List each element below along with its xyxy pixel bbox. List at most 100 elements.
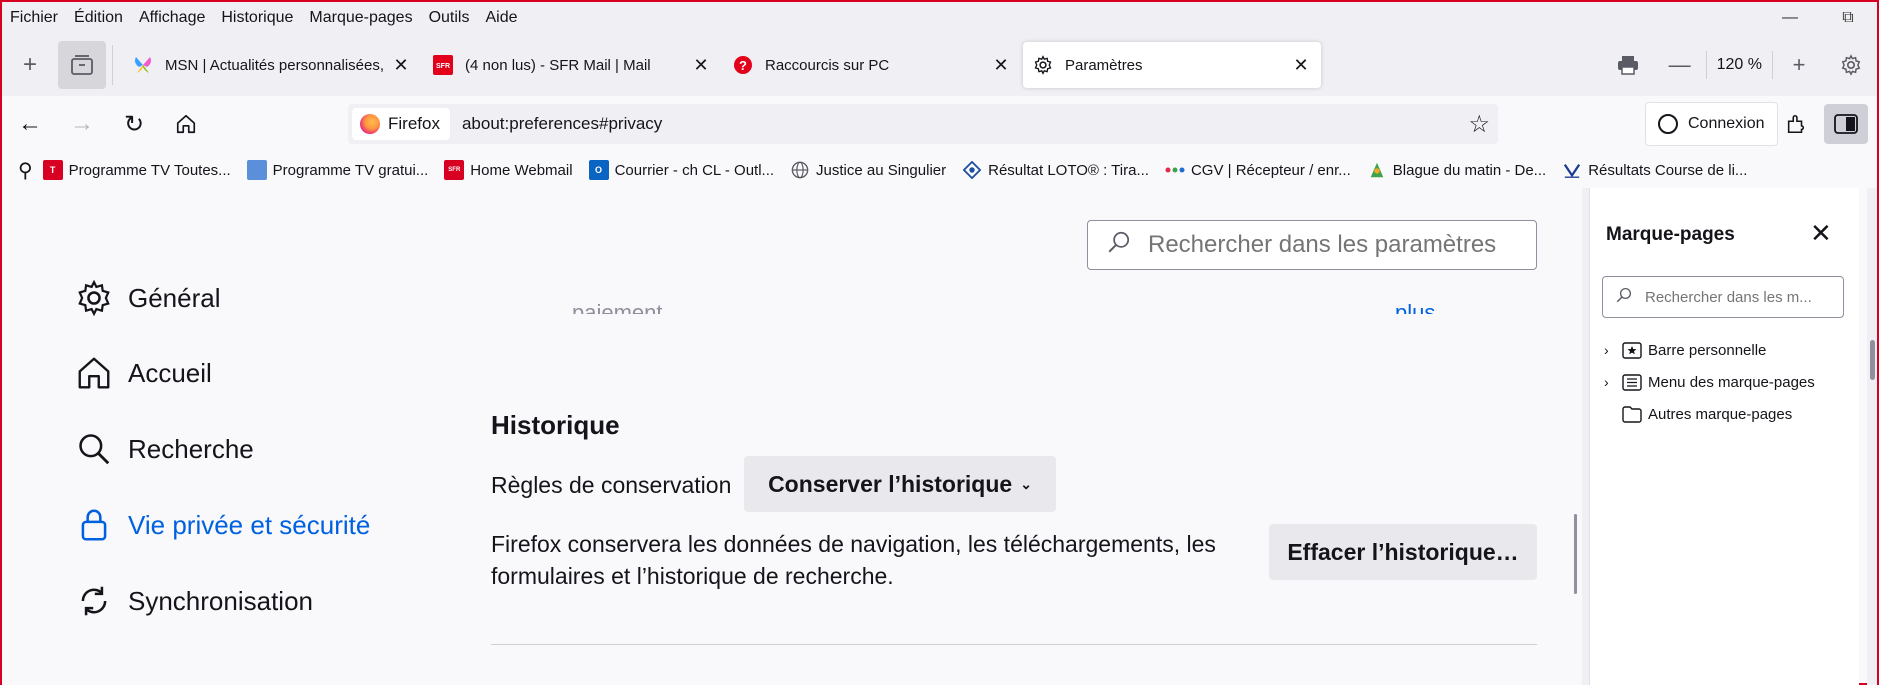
tree-item-label: Autres marque-pages — [1648, 405, 1793, 423]
clear-history-button[interactable]: Effacer l’historique… — [1269, 524, 1537, 580]
close-icon[interactable]: ✕ — [1810, 218, 1832, 249]
tab-msn[interactable]: MSN | Actualités personnalisées, ✕ — [123, 42, 421, 88]
extensions-icon[interactable] — [1774, 104, 1818, 144]
retention-dropdown[interactable]: Conserver l’historique ⌄ — [744, 456, 1056, 512]
tab-parametres[interactable]: Paramètres ✕ — [1023, 42, 1321, 88]
content-scrollbar[interactable] — [1574, 514, 1577, 594]
partial-link[interactable]: plus — [1395, 300, 1435, 314]
window-controls: — ⧉ — [1761, 6, 1877, 30]
search-icon — [1106, 229, 1132, 262]
bookmark-label: Blague du matin - De... — [1392, 161, 1547, 179]
bookmark-item[interactable]: Résultat LOTO® : Tira... — [962, 160, 1149, 180]
preferences-search-input[interactable] — [1148, 231, 1528, 259]
firefox-logo-icon — [360, 114, 380, 134]
tab-separator — [112, 45, 113, 85]
category-synchronisation[interactable]: Synchronisation — [74, 581, 313, 621]
close-icon[interactable]: ✕ — [391, 55, 411, 76]
gear-icon — [1033, 55, 1053, 75]
close-icon[interactable]: ✕ — [991, 55, 1011, 76]
section-divider — [491, 644, 1537, 645]
globe-icon — [790, 160, 810, 180]
restore-icon[interactable]: ⧉ — [1819, 6, 1877, 30]
identity-box[interactable]: Firefox — [352, 108, 450, 140]
account-icon — [1658, 114, 1678, 134]
url-text[interactable]: about:preferences#privacy — [462, 114, 662, 134]
zoom-level[interactable]: 120 % — [1705, 51, 1773, 79]
gear-icon — [74, 278, 114, 318]
tab-label: (4 non lus) - SFR Mail | Mail — [465, 56, 651, 74]
menu-affichage[interactable]: Affichage — [139, 9, 205, 27]
tab-groups-icon[interactable] — [58, 41, 106, 89]
outlook-icon: O — [588, 160, 609, 180]
bookmark-item[interactable]: Résultats Course de li... — [1562, 160, 1747, 180]
bookmark-menu-icon — [1622, 373, 1642, 391]
bookmark-label: Programme TV gratui... — [272, 161, 429, 179]
zoom-out-icon[interactable]: — — [1654, 45, 1706, 85]
partial-text: paiement — [572, 300, 663, 314]
new-tab-plus-icon[interactable]: + — [10, 45, 50, 85]
tree-item-menu-marque-pages[interactable]: › Menu des marque-pages — [1604, 366, 1815, 398]
tab-label: MSN | Actualités personnalisées, — [165, 56, 383, 74]
bookmark-item[interactable]: Blague du matin - De... — [1367, 160, 1546, 180]
tree-item-label: Menu des marque-pages — [1648, 373, 1815, 391]
sidebar-splitter[interactable] — [1582, 188, 1589, 685]
bookmark-favicon-icon: T — [42, 160, 63, 180]
url-bar[interactable]: Firefox about:preferences#privacy ☆ — [348, 104, 1498, 144]
category-vie-privee[interactable]: Vie privée et sécurité — [74, 505, 370, 545]
reload-icon[interactable]: ↻ — [110, 104, 158, 144]
sidebar-search-input[interactable] — [1645, 288, 1840, 306]
bookmark-star-icon[interactable]: ☆ — [1468, 110, 1490, 139]
menu-fichier[interactable]: Fichier — [10, 9, 58, 27]
zoom-in-icon[interactable]: + — [1773, 45, 1825, 85]
bookmark-tree: › Barre personnelle › Menu des marque-pa… — [1604, 334, 1815, 430]
search-icon — [1615, 286, 1633, 309]
folder-icon — [1622, 405, 1642, 423]
search-icon[interactable]: ⚲ — [18, 158, 33, 183]
tree-item-barre-personnelle[interactable]: › Barre personnelle — [1604, 334, 1815, 366]
sync-icon — [74, 581, 114, 621]
bookmark-favicon-icon: SFR — [444, 160, 465, 180]
forward-arrow-icon[interactable]: → — [58, 104, 106, 144]
bookmark-favicon-icon — [246, 160, 267, 180]
bookmark-item[interactable]: Justice au Singulier — [790, 160, 946, 180]
blague-icon — [1367, 160, 1387, 180]
window-scrollbar-track[interactable] — [1867, 188, 1877, 685]
menu-historique[interactable]: Historique — [221, 9, 293, 27]
home-icon[interactable] — [162, 104, 210, 144]
connexion-button[interactable]: Connexion — [1645, 102, 1778, 146]
chevron-right-icon[interactable]: › — [1604, 342, 1622, 358]
print-icon[interactable] — [1602, 45, 1654, 85]
tab-sfr-mail[interactable]: SFR (4 non lus) - SFR Mail | Mail ✕ — [423, 42, 721, 88]
menu-bar: Fichier Édition Affichage Historique Mar… — [2, 2, 1877, 34]
back-arrow-icon[interactable]: ← — [6, 104, 54, 144]
menu-aide[interactable]: Aide — [485, 9, 517, 27]
close-icon[interactable]: ✕ — [691, 55, 711, 76]
sidebar-toggle-icon[interactable] — [1824, 104, 1868, 144]
bookmark-item[interactable]: CGV | Récepteur / enr... — [1165, 160, 1351, 180]
svg-text:?: ? — [739, 58, 747, 73]
question-icon: ? — [733, 55, 753, 75]
bookmark-label: Programme TV Toutes... — [68, 161, 231, 179]
category-general[interactable]: Général — [74, 278, 221, 318]
sidebar-search[interactable] — [1602, 276, 1844, 318]
bookmark-item[interactable]: T Programme TV Toutes... — [42, 160, 231, 180]
tree-item-autres-marque-pages[interactable]: Autres marque-pages — [1604, 398, 1815, 430]
settings-gear-icon[interactable] — [1825, 45, 1877, 85]
chevron-right-icon[interactable]: › — [1604, 374, 1622, 390]
window-scrollbar-thumb[interactable] — [1870, 340, 1875, 380]
category-accueil[interactable]: Accueil — [74, 353, 212, 393]
menu-edition[interactable]: Édition — [74, 9, 123, 27]
close-icon[interactable]: ✕ — [1291, 55, 1311, 76]
bookmark-item[interactable]: SFR Home Webmail — [444, 160, 573, 180]
svg-text:SFR: SFR — [436, 63, 450, 70]
preferences-search[interactable] — [1087, 220, 1537, 270]
category-recherche[interactable]: Recherche — [74, 429, 254, 469]
category-label: Accueil — [128, 357, 212, 388]
tab-raccourcis[interactable]: ? Raccourcis sur PC ✕ — [723, 42, 1021, 88]
menu-outils[interactable]: Outils — [429, 9, 470, 27]
minimize-icon[interactable]: — — [1761, 6, 1819, 30]
menu-marque-pages[interactable]: Marque-pages — [309, 9, 412, 27]
bookmark-item[interactable]: O Courrier - ch CL - Outl... — [588, 160, 774, 180]
bookmark-item[interactable]: Programme TV gratui... — [246, 160, 429, 180]
course-icon — [1562, 160, 1582, 180]
